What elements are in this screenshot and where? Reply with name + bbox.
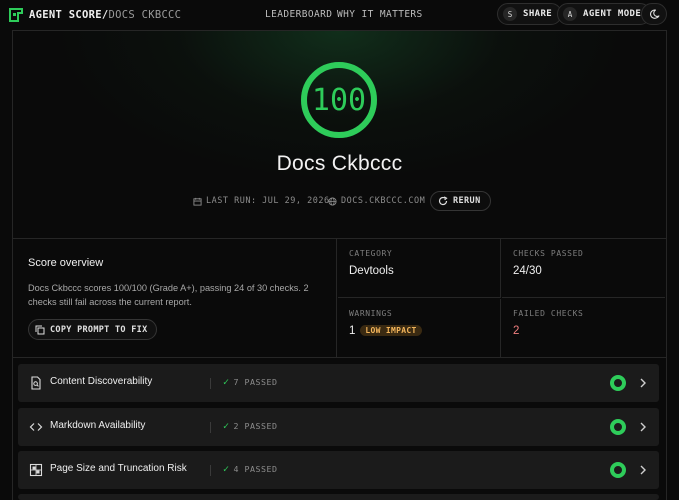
- copy-prompt-label: COPY PROMPT TO FIX: [50, 324, 148, 335]
- score-value: 100: [311, 82, 367, 118]
- share-key-icon: S: [503, 7, 517, 21]
- page-title: Docs Ckbccc: [276, 152, 403, 175]
- brand-sub: DOCS CKBCCC: [108, 9, 182, 21]
- document-search-icon: [31, 376, 41, 390]
- rerun-label: RERUN: [453, 196, 481, 206]
- category-name: Content Discoverability: [50, 376, 153, 387]
- chevron-right-icon: [640, 378, 646, 388]
- site-domain[interactable]: DOCS.CKBCCC.COM: [328, 196, 425, 206]
- copy-prompt-button[interactable]: COPY PROMPT TO FIX: [28, 319, 157, 340]
- low-impact-badge: LOW IMPACT: [360, 325, 422, 336]
- agent-score-logo-icon: [9, 8, 23, 22]
- row-divider: [210, 422, 211, 433]
- check-icon: ✓: [223, 377, 230, 388]
- agent-mode-label: AGENT MODE: [583, 9, 642, 19]
- category-row-content-discoverability[interactable]: Content Discoverability ✓ 7 PASSED: [18, 364, 659, 402]
- check-icon: ✓: [223, 464, 230, 475]
- chevron-right-icon: [640, 465, 646, 475]
- refresh-icon: [438, 196, 448, 206]
- copy-icon: [35, 325, 45, 334]
- category-row-next[interactable]: [18, 494, 659, 500]
- moon-icon: [649, 9, 659, 19]
- agent-mode-key-icon: A: [563, 7, 577, 21]
- overview-summary: Score overview Docs Ckbccc scores 100/10…: [12, 239, 337, 358]
- category-name: Page Size and Truncation Risk: [50, 463, 187, 474]
- brand[interactable]: AGENT SCORE/DOCS CKBCCC: [9, 8, 181, 22]
- passed-count-text: 7 PASSED: [233, 377, 278, 387]
- nav-why-it-matters[interactable]: WHY IT MATTERS: [337, 9, 423, 20]
- warnings-stat: WARNINGS 1 LOW IMPACT: [338, 299, 501, 358]
- calendar-icon: [193, 197, 202, 206]
- rerun-button[interactable]: RERUN: [430, 191, 491, 211]
- pass-status-icon: [610, 462, 626, 478]
- overview-description: Docs Ckbccc scores 100/100 (Grade A+), p…: [28, 283, 309, 307]
- passed-count: ✓ 7 PASSED: [223, 377, 278, 388]
- checks-passed-label: CHECKS PASSED: [513, 249, 584, 258]
- passed-count-text: 4 PASSED: [233, 464, 278, 474]
- nav-leaderboard[interactable]: LEADERBOARD: [265, 9, 332, 20]
- globe-icon: [328, 196, 337, 206]
- checks-passed-value: 24/30: [513, 265, 542, 277]
- warnings-value: 1: [349, 325, 356, 337]
- share-button[interactable]: S SHARE: [497, 3, 563, 25]
- last-run: LAST RUN: JUL 29, 2026: [193, 196, 330, 206]
- brand-text: AGENT SCORE/DOCS CKBCCC: [29, 9, 181, 21]
- score-overview: Score overview Docs Ckbccc scores 100/10…: [12, 239, 667, 358]
- last-run-text: LAST RUN: JUL 29, 2026: [206, 196, 330, 206]
- grid-icon: [29, 463, 43, 477]
- pass-status-icon: [610, 419, 626, 435]
- warnings-label: WARNINGS: [349, 309, 393, 318]
- checks-passed-stat: CHECKS PASSED 24/30: [502, 239, 665, 298]
- agent-mode-button[interactable]: A AGENT MODE: [557, 3, 652, 25]
- brand-main: AGENT SCORE: [29, 9, 102, 21]
- category-label: CATEGORY: [349, 249, 393, 258]
- check-icon: ✓: [223, 421, 230, 432]
- category-row-page-size[interactable]: Page Size and Truncation Risk ✓ 4 PASSED: [18, 451, 659, 489]
- category-name: Markdown Availability: [50, 420, 146, 431]
- theme-toggle-button[interactable]: [641, 3, 667, 25]
- failed-checks-label: FAILED CHECKS: [513, 309, 584, 318]
- site-domain-text: DOCS.CKBCCC.COM: [341, 196, 426, 206]
- row-divider: [210, 465, 211, 476]
- failed-checks-value: 2: [513, 325, 520, 337]
- failed-checks-stat: FAILED CHECKS 2: [502, 299, 665, 358]
- warnings-value-row: 1 LOW IMPACT: [349, 325, 422, 337]
- row-divider: [210, 378, 211, 389]
- category-stat: CATEGORY Devtools: [338, 239, 501, 298]
- share-label: SHARE: [523, 9, 553, 19]
- overview-title: Score overview: [28, 257, 104, 269]
- pass-status-icon: [610, 375, 626, 391]
- passed-count-text: 2 PASSED: [233, 421, 278, 431]
- top-nav: AGENT SCORE/DOCS CKBCCC LEADERBOARD WHY …: [0, 0, 679, 30]
- category-row-markdown-availability[interactable]: Markdown Availability ✓ 2 PASSED: [18, 408, 659, 446]
- passed-count: ✓ 2 PASSED: [223, 421, 278, 432]
- code-brackets-icon: [29, 423, 43, 431]
- category-value: Devtools: [349, 265, 394, 277]
- passed-count: ✓ 4 PASSED: [223, 464, 278, 475]
- chevron-right-icon: [640, 422, 646, 432]
